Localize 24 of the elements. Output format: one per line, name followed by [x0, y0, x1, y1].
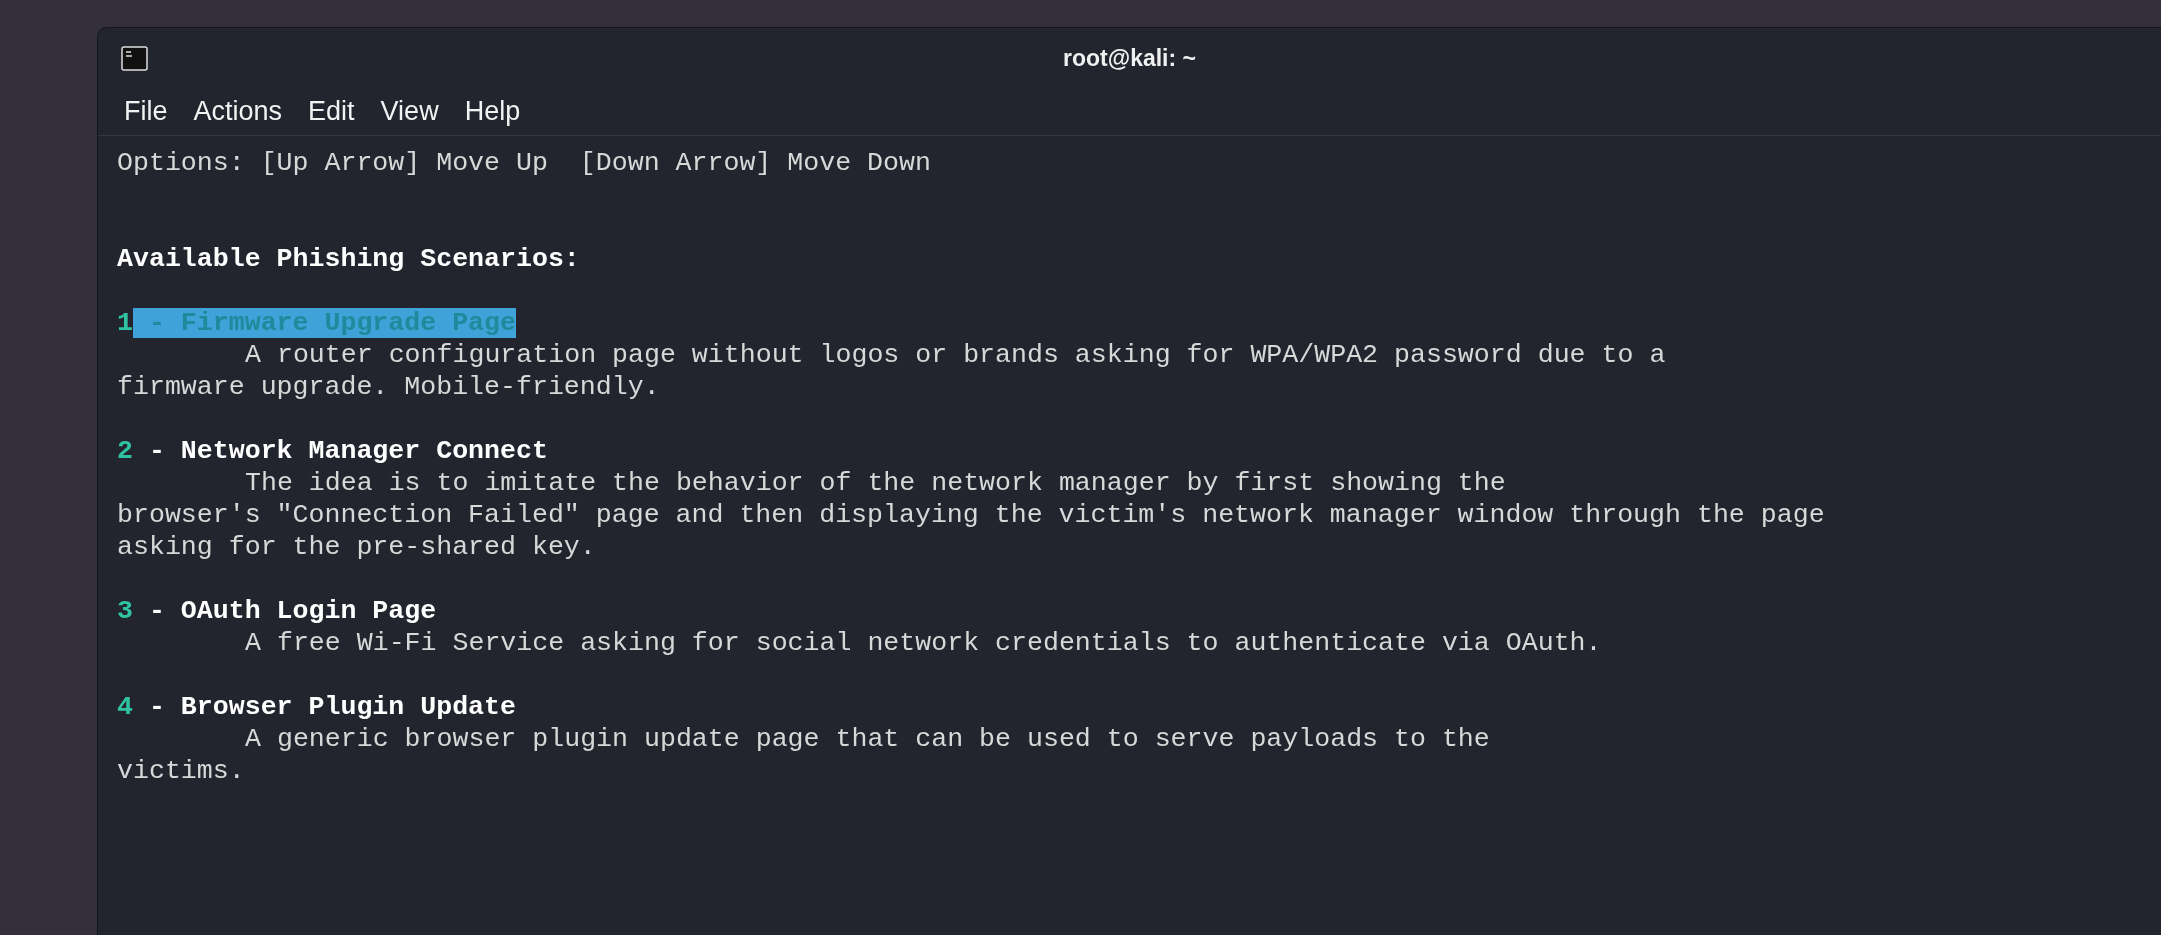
scenario-title[interactable]: - Network Manager Connect — [132, 436, 548, 466]
description-line: asking for the pre-shared key. — [117, 532, 596, 562]
description-line: A free Wi-Fi Service asking for social network credentials to authenticate via OAuth. — [245, 628, 1602, 658]
description-line: A generic browser plugin update page that can be used to serve payloads to the — [245, 724, 1490, 754]
description-line: firmware upgrade. Mobile-friendly. — [117, 372, 660, 402]
scenario-number: 3 — [117, 596, 133, 626]
menu-item[interactable]: Edit — [298, 91, 365, 132]
scenario-title[interactable]: - OAuth Login Page — [132, 596, 437, 626]
terminal-icon — [121, 46, 148, 71]
menu-item[interactable]: File — [114, 91, 178, 132]
description-line: browser's "Connection Failed" page and then displaying the victim's network manager window through the page — [117, 500, 1825, 530]
scenario-number: 4 — [117, 692, 133, 722]
description-line: The idea is to imitate the behavior of the network manager by first showing the — [245, 468, 1506, 498]
menu-item[interactable]: Help — [454, 91, 531, 132]
description-line: victims. — [117, 756, 245, 786]
description-line: A router configuration page without logos or brands asking for WPA/WPA2 password due to a — [245, 340, 1666, 370]
menu-item[interactable]: View — [370, 91, 449, 132]
scenario-number: 1 — [117, 308, 133, 338]
scenario-title[interactable]: - Browser Plugin Update — [132, 692, 516, 722]
scenario-number: 2 — [117, 436, 133, 466]
section-heading: Available Phishing Scenarios: — [117, 244, 580, 274]
window-title: root@kali: ~ — [1063, 43, 1196, 73]
options-line: Options: [Up Arrow] Move Up [Down Arrow] Move Down — [117, 148, 931, 178]
menu-item[interactable]: Actions — [183, 91, 293, 132]
